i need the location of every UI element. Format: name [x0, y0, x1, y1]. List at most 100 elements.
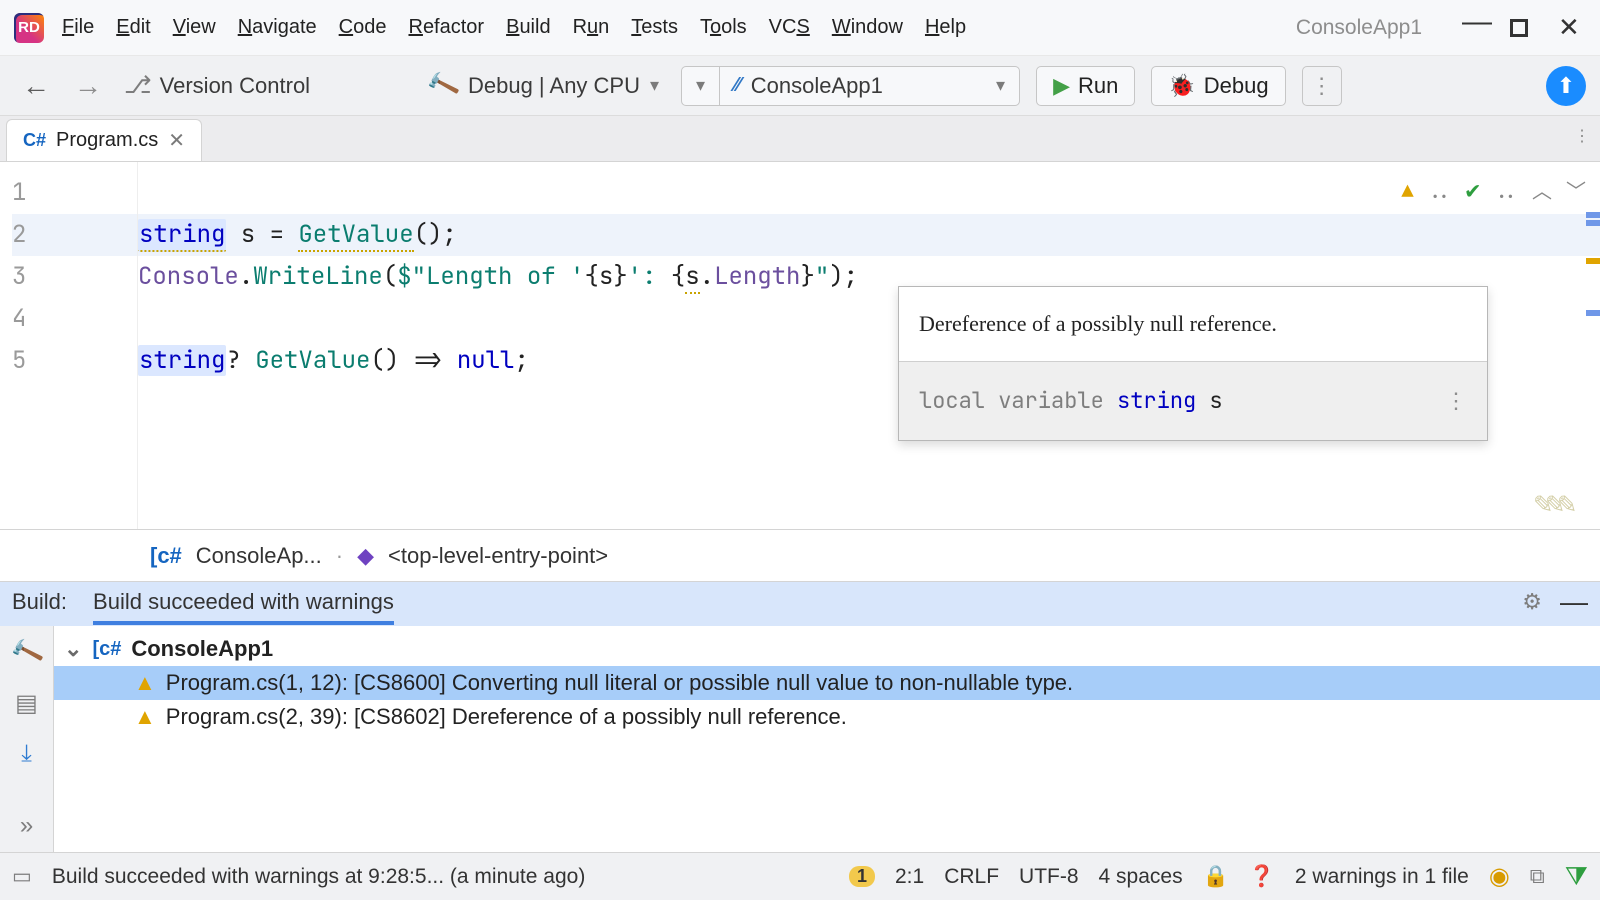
- chevron-down-icon: ▾: [650, 75, 659, 96]
- stripe-mark[interactable]: [1586, 258, 1600, 264]
- csharp-icon: ⁄⁄: [734, 74, 741, 97]
- code-text: .: [700, 261, 714, 292]
- menu-help[interactable]: Help: [925, 16, 966, 39]
- chevron-down-icon: ▾: [696, 75, 705, 96]
- window-close-button[interactable]: ✕: [1548, 8, 1586, 47]
- stripe-mark[interactable]: [1586, 220, 1600, 226]
- run-button[interactable]: ▶ Run: [1036, 66, 1135, 106]
- hover-tooltip: Dereference of a possibly null reference…: [898, 286, 1488, 441]
- expand-icon[interactable]: »: [20, 812, 33, 840]
- build-side-toolbar: 🔨 ▤ ⤓ »: [0, 626, 54, 852]
- build-messages-tree[interactable]: ⌄ [ᴄ# ConsoleApp1 ▲ Program.cs(1, 12): […: [54, 626, 1600, 852]
- tab-program-cs[interactable]: C# Program.cs ✕: [6, 119, 202, 161]
- main-menu: File Edit View Navigate Code Refactor Bu…: [62, 16, 966, 39]
- indent-setting[interactable]: 4 spaces: [1099, 865, 1183, 889]
- menu-build[interactable]: Build: [506, 16, 550, 39]
- build-minimize-button[interactable]: —: [1560, 586, 1588, 618]
- hammer-icon: 🔨: [424, 67, 462, 104]
- build-panel-header: Build: Build succeeded with warnings ⚙ —: [0, 582, 1600, 626]
- status-ok-icon[interactable]: ⧩: [1565, 861, 1588, 893]
- run-target-combo: ▾ ⁄⁄ ConsoleApp1 ▾: [681, 66, 1020, 106]
- prev-highlight-button[interactable]: ︿: [1532, 170, 1552, 212]
- stripe-mark[interactable]: [1586, 212, 1600, 218]
- tab-bar-more-button[interactable]: ⋮: [1574, 126, 1590, 146]
- menu-view[interactable]: View: [173, 16, 216, 39]
- identifier: Console: [138, 261, 239, 292]
- breadcrumb: [ᴄ# ConsoleAp... · ◆ <top-level-entry-po…: [0, 530, 1600, 582]
- run-target[interactable]: ⁄⁄ ConsoleApp1 ▾: [719, 67, 1019, 105]
- menu-code[interactable]: Code: [339, 16, 387, 39]
- tool-window-toggle-icon[interactable]: ▭: [12, 864, 32, 889]
- breadcrumb-project[interactable]: ConsoleAp...: [196, 543, 322, 569]
- stripe-mark[interactable]: [1586, 310, 1600, 316]
- debug-button[interactable]: 🐞 Debug: [1151, 66, 1285, 106]
- inspection-widget[interactable]: ▲.. ✔.. ︿ ﹀: [1402, 170, 1586, 212]
- menu-file[interactable]: File: [62, 16, 94, 39]
- more-actions-button[interactable]: ⋮: [1302, 66, 1342, 106]
- code-text: ;: [514, 345, 528, 376]
- file-encoding[interactable]: UTF-8: [1019, 865, 1079, 889]
- vcs-widget[interactable]: ⎇ Version Control: [124, 71, 310, 100]
- notifications-badge[interactable]: 1: [849, 866, 875, 887]
- status-message: Build succeeded with warnings at 9:28:5.…: [52, 865, 585, 889]
- build-config-selector[interactable]: 🔨 Debug | Any CPU ▾: [428, 71, 659, 100]
- next-highlight-button[interactable]: ﹀: [1566, 170, 1586, 212]
- menu-run[interactable]: Run: [573, 16, 610, 39]
- readonly-lock-icon[interactable]: 🔒: [1203, 865, 1229, 889]
- update-available-button[interactable]: ⬆: [1546, 66, 1586, 106]
- menu-vcs[interactable]: VCS: [769, 16, 810, 39]
- menu-edit[interactable]: Edit: [116, 16, 150, 39]
- play-icon: ▶: [1053, 73, 1070, 99]
- method-call: GetValue: [298, 219, 413, 252]
- vcs-label: Version Control: [160, 73, 310, 99]
- identifier: s: [685, 261, 699, 294]
- menu-tools[interactable]: Tools: [700, 16, 747, 39]
- hover-more-button[interactable]: ⋮: [1445, 380, 1467, 422]
- string: ": [815, 261, 829, 292]
- pencils-icon[interactable]: ✎✎✎: [1534, 481, 1570, 523]
- branch-icon: ⎇: [124, 71, 152, 100]
- sig-name: s: [1209, 380, 1222, 422]
- highlight-level-icon[interactable]: ◉: [1489, 862, 1510, 891]
- menu-refactor[interactable]: Refactor: [408, 16, 484, 39]
- main-toolbar: ← → ⎇ Version Control 🔨 Debug | Any CPU …: [0, 56, 1600, 116]
- tab-close-button[interactable]: ✕: [168, 128, 185, 153]
- line-number: 2: [12, 214, 137, 256]
- build-warning-row[interactable]: ▲ Program.cs(2, 39): [CS8602] Dereferenc…: [54, 700, 1600, 734]
- breadcrumb-entry[interactable]: <top-level-entry-point>: [388, 543, 608, 569]
- build-panel-title: Build:: [12, 589, 67, 615]
- run-target-dropdown-button[interactable]: ▾: [682, 67, 719, 105]
- string: ':: [628, 261, 671, 292]
- app-logo: RD: [14, 13, 44, 43]
- inspection-profile-icon[interactable]: ❓: [1249, 865, 1275, 889]
- nav-forward-button[interactable]: →: [66, 70, 110, 102]
- check-icon: ✔: [1466, 170, 1480, 212]
- build-root-node[interactable]: ⌄ [ᴄ# ConsoleApp1: [54, 632, 1600, 666]
- nav-back-button[interactable]: ←: [14, 70, 58, 102]
- line-number: 4: [12, 298, 137, 340]
- memory-indicator-icon[interactable]: ⧉: [1530, 865, 1545, 889]
- run-label: Run: [1078, 73, 1118, 99]
- menu-window[interactable]: Window: [832, 16, 903, 39]
- build-settings-button[interactable]: ⚙: [1522, 589, 1542, 615]
- warnings-summary[interactable]: 2 warnings in 1 file: [1295, 865, 1469, 889]
- warning-icon: ▲: [134, 670, 156, 696]
- keyword: null: [457, 345, 515, 376]
- download-icon[interactable]: ⤓: [21, 740, 32, 768]
- build-warning-row[interactable]: ▲ Program.cs(1, 12): [CS8600] Converting…: [54, 666, 1600, 700]
- chevron-down-icon: ▾: [996, 75, 1005, 96]
- hover-message: Dereference of a possibly null reference…: [899, 287, 1487, 362]
- window-maximize-button[interactable]: [1510, 19, 1528, 37]
- window-minimize-button[interactable]: —: [1452, 1, 1490, 43]
- build-status-tab[interactable]: Build succeeded with warnings: [93, 589, 394, 625]
- menu-navigate[interactable]: Navigate: [238, 16, 317, 39]
- error-stripe[interactable]: [1586, 162, 1600, 529]
- caret-position[interactable]: 2:1: [895, 865, 924, 889]
- code-area[interactable]: string s = GetValue(); Console.WriteLine…: [138, 162, 1600, 529]
- hammer-icon[interactable]: 🔨: [7, 634, 45, 671]
- code-editor[interactable]: 1 2 3 4 5 string s = GetValue(); Console…: [0, 162, 1600, 530]
- line-separator[interactable]: CRLF: [944, 865, 999, 889]
- layout-icon[interactable]: ▤: [15, 689, 38, 718]
- menu-tests[interactable]: Tests: [631, 16, 678, 39]
- property: Length: [714, 261, 800, 292]
